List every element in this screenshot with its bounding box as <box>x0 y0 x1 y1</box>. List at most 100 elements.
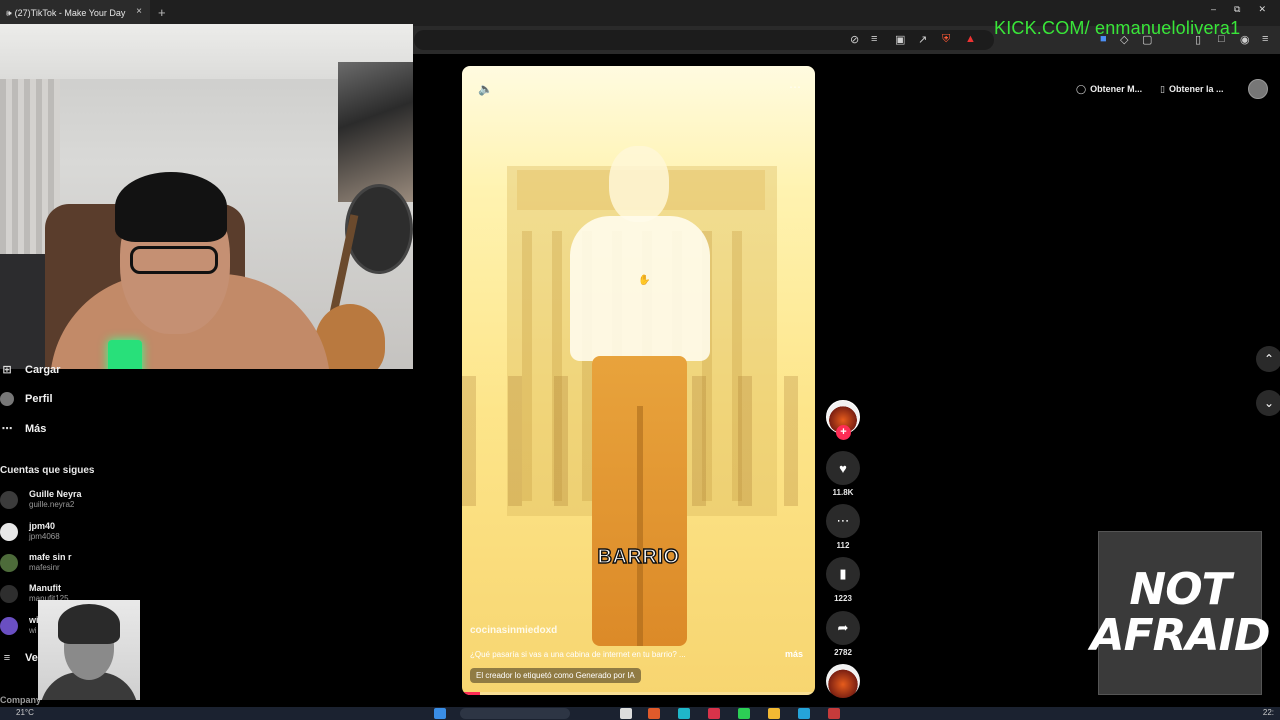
ai-generated-label: El creador lo etiquetó como Generado por… <box>470 668 641 683</box>
speaker-icon[interactable]: 🕪 <box>6 8 12 19</box>
portrait-hair <box>58 604 120 644</box>
list-icon: ≡ <box>3 652 11 664</box>
followed-account[interactable]: jpm40 jpm4068 <box>0 521 60 542</box>
video-person-legs <box>637 406 643 646</box>
video-progress-fill <box>462 692 480 695</box>
upload-icon: ⊞ <box>2 364 12 376</box>
share-count: 2782 <box>834 648 852 657</box>
get-coins-button[interactable]: ◯ Obtener M... <box>1076 78 1142 100</box>
chat-taskbar-icon[interactable] <box>798 708 810 719</box>
music-disc-avatar[interactable] <box>826 664 860 698</box>
more-icon: ⋯ <box>1 423 13 435</box>
account-handle: guille.neyra2 <box>29 500 75 509</box>
see-more-link[interactable]: ≡ Ve <box>0 651 38 665</box>
comment-count: 112 <box>836 541 850 550</box>
followed-account[interactable]: wi wi <box>0 615 39 636</box>
sidebar-item-profile[interactable]: Perfil <box>0 392 53 406</box>
webcam-green-light <box>108 340 142 369</box>
brave-shield-icon[interactable]: ⛨ <box>942 33 950 46</box>
brave-taskbar-icon[interactable] <box>648 708 660 719</box>
webcam-person-hair <box>115 172 227 242</box>
profile-icon[interactable]: ◉ <box>1240 33 1250 46</box>
share-arrow-icon[interactable]: ➦ <box>826 611 860 645</box>
followed-account[interactable]: mafe sin r mafesinr <box>0 552 72 573</box>
browser-taskbar-icon[interactable] <box>828 708 840 719</box>
app-taskbar-icon[interactable] <box>678 708 690 719</box>
webcam-guitar-neck <box>329 214 359 314</box>
account-name: Manufit <box>29 583 61 593</box>
followed-account[interactable]: Guille Neyra guille.neyra2 <box>0 489 82 510</box>
webcam-poster <box>338 62 413 202</box>
follow-button[interactable]: + <box>836 425 851 440</box>
avatar <box>0 522 18 541</box>
windows-start-icon[interactable] <box>434 708 446 719</box>
comment-action[interactable]: ⋯ 112 <box>826 504 860 550</box>
window-controls: – ⧉ ✕ <box>1211 4 1266 15</box>
share-icon[interactable]: ↗ <box>918 33 927 46</box>
avatar <box>0 616 18 635</box>
previous-video-button[interactable]: ⌃ <box>1256 346 1280 372</box>
system-clock[interactable]: 22: <box>1263 708 1274 717</box>
browser-tab-tiktok[interactable]: 🕪 (27)TikTok - Make Your Day × <box>0 0 150 26</box>
volume-icon[interactable]: 🔈 <box>478 82 493 96</box>
webcam-feed <box>0 24 413 369</box>
tab-close-button[interactable]: × <box>136 6 142 17</box>
avatar <box>0 490 18 509</box>
avatar <box>0 553 18 572</box>
portrait-overlay <box>38 600 140 700</box>
sticker-line-1: NOT <box>1129 564 1231 615</box>
sidebar-item-more[interactable]: ⋯ Más <box>0 422 47 436</box>
save-action[interactable]: ▮ 1223 <box>826 557 860 603</box>
webcam-person-glasses <box>130 246 218 274</box>
video-person-shirt <box>570 216 710 361</box>
next-video-button[interactable]: ⌄ <box>1256 390 1280 416</box>
restore-button[interactable]: ⧉ <box>1234 4 1240 15</box>
address-bar[interactable] <box>414 30 994 50</box>
weather-widget[interactable]: 21°C <box>16 708 34 717</box>
translate-icon[interactable]: ≡ <box>871 33 877 45</box>
more-options-icon[interactable]: ⋯ <box>789 80 801 94</box>
video-progress-bar[interactable] <box>462 692 815 695</box>
comment-icon[interactable]: ⋯ <box>826 504 860 538</box>
sidebar-item-upload[interactable]: ⊞ Cargar <box>0 363 60 377</box>
mouse-cursor-icon: ✋ <box>638 275 651 286</box>
folder-taskbar-icon[interactable] <box>768 708 780 719</box>
share-action[interactable]: ➦ 2782 <box>826 611 860 657</box>
new-tab-button[interactable]: + <box>158 5 166 20</box>
like-action[interactable]: ♥ 11.8K <box>826 451 860 497</box>
video-description: ¿Qué pasaría si vas a una cabina de inte… <box>470 650 686 659</box>
spotify-taskbar-icon[interactable] <box>738 708 750 719</box>
sidebar-item-label: Más <box>25 423 47 435</box>
company-link[interactable]: Company <box>0 695 41 705</box>
account-name: jpm40 <box>29 521 56 531</box>
obs-taskbar-icon[interactable] <box>708 708 720 719</box>
brave-rewards-icon[interactable]: ▲ <box>965 33 976 45</box>
account-handle: mafesinr <box>29 563 60 572</box>
minimize-button[interactable]: – <box>1211 4 1216 15</box>
close-window-button[interactable]: ✕ <box>1258 4 1266 15</box>
like-count: 11.8K <box>832 488 854 497</box>
get-app-button[interactable]: ▯ Obtener la ... <box>1160 78 1223 100</box>
phone-icon: ▯ <box>1160 83 1165 94</box>
sticker-line-2: AFRAID <box>1090 610 1271 661</box>
get-app-label: Obtener la ... <box>1168 84 1224 94</box>
save-count: 1223 <box>834 594 852 603</box>
no-tracking-icon[interactable]: ⊘ <box>850 33 859 46</box>
bookmark-icon[interactable]: ▮ <box>826 557 860 591</box>
video-player[interactable]: 🔈 ⋯ ✋ BARRIO cocinasinmiedoxd ¿Qué pasar… <box>462 66 815 695</box>
taskbar-search-box[interactable] <box>460 708 570 719</box>
tab-title: (27)TikTok - Make Your Day <box>14 8 126 18</box>
video-author[interactable]: cocinasinmiedoxd <box>470 625 557 636</box>
description-more-link[interactable]: más <box>785 649 803 659</box>
avatar <box>0 584 18 603</box>
user-avatar[interactable] <box>1248 79 1268 99</box>
sidebar-item-label: Perfil <box>25 393 53 405</box>
sidebar-item-label: Cargar <box>25 364 61 376</box>
account-handle: jpm4068 <box>29 532 60 541</box>
kick-channel-overlay: KICK.COM/ enmanuelolivera1 <box>994 18 1241 38</box>
coin-icon: ◯ <box>1076 83 1087 94</box>
cast-icon[interactable]: ▣ <box>895 33 905 46</box>
task-view-icon[interactable] <box>620 708 632 719</box>
menu-icon[interactable]: ≡ <box>1262 33 1268 45</box>
heart-icon[interactable]: ♥ <box>826 451 860 485</box>
